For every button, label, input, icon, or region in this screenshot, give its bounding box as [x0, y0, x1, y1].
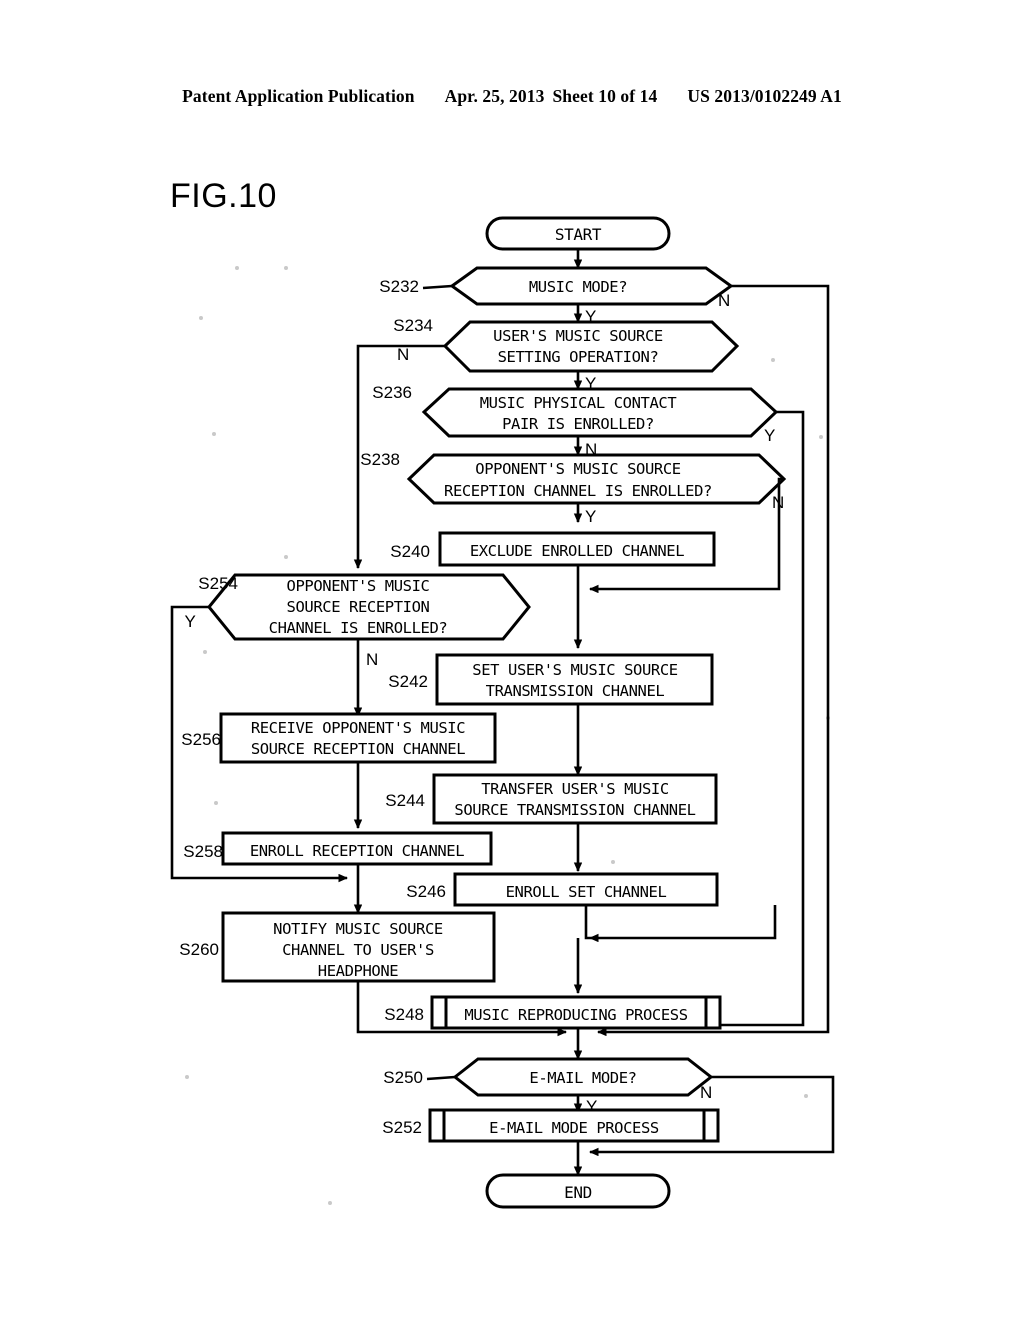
- s236-line-1: PAIR IS ENROLLED?: [502, 415, 654, 433]
- s258-line-0: ENROLL RECEPTION CHANNEL: [250, 842, 464, 860]
- s256-line-0: RECEIVE OPPONENT'S MUSIC: [251, 719, 465, 737]
- s248-step-label: S248: [384, 1005, 424, 1024]
- s240-step-label: S240: [390, 542, 430, 561]
- node-s234: USER'S MUSIC SOURCE SETTING OPERATION?: [442, 320, 740, 373]
- s260-line-1: CHANNEL TO USER'S: [282, 941, 434, 959]
- node-s246: ENROLL SET CHANNEL: [453, 872, 719, 907]
- s248-line-0: MUSIC REPRODUCING PROCESS: [464, 1006, 687, 1024]
- s240-line-0: EXCLUDE ENROLLED CHANNEL: [470, 542, 684, 560]
- node-s254: OPPONENT'S MUSIC SOURCE RECEPTION CHANNE…: [207, 573, 531, 641]
- node-s250: E-MAIL MODE?: [452, 1057, 714, 1097]
- node-s252: E-MAIL MODE PROCESS: [428, 1108, 720, 1143]
- s254-line-1: SOURCE RECEPTION: [287, 598, 430, 616]
- s260-line-2: HEADPHONE: [318, 962, 398, 980]
- node-end: END: [485, 1173, 671, 1209]
- leader-s250: [426, 1075, 456, 1081]
- s236-line-0: MUSIC PHYSICAL CONTACT: [480, 394, 677, 412]
- s246-step-label: S246: [406, 882, 446, 901]
- s246-line-0: ENROLL SET CHANNEL: [506, 883, 667, 901]
- node-s232: MUSIC MODE?: [449, 266, 734, 306]
- s242-line-1: TRANSMISSION CHANNEL: [486, 682, 665, 700]
- s254-line-2: CHANNEL IS ENROLLED?: [269, 619, 448, 637]
- s252-step-label: S252: [382, 1118, 422, 1137]
- s256-line-1: SOURCE RECEPTION CHANNEL: [251, 740, 465, 758]
- s234-step-label: S234: [393, 316, 433, 335]
- s232-line-0: MUSIC MODE?: [529, 278, 627, 296]
- s254-step-label: S254: [198, 574, 238, 593]
- s250-line-0: E-MAIL MODE?: [529, 1069, 636, 1087]
- s236-yes-label: Y: [764, 426, 775, 445]
- s244-line-0: TRANSFER USER'S MUSIC: [481, 780, 669, 798]
- node-s238: OPPONENT'S MUSIC SOURCE RECEPTION CHANNE…: [406, 453, 787, 505]
- s234-line-1: SETTING OPERATION?: [498, 348, 659, 366]
- patent-page: Patent Application Publication Apr. 25, 2…: [0, 0, 1024, 1320]
- s256-step-label: S256: [181, 730, 221, 749]
- flowchart-diagram: START MUSIC MODE? S232 N Y USER'S MUSIC …: [170, 216, 835, 1209]
- s260-line-0: NOTIFY MUSIC SOURCE: [273, 920, 443, 938]
- s254-no-label: N: [366, 650, 378, 669]
- s244-line-1: SOURCE TRANSMISSION CHANNEL: [454, 801, 695, 819]
- s238-line-0: OPPONENT'S MUSIC SOURCE: [475, 460, 680, 478]
- node-s258: ENROLL RECEPTION CHANNEL: [221, 831, 493, 866]
- node-s256: RECEIVE OPPONENT'S MUSIC SOURCE RECEPTIO…: [219, 712, 497, 764]
- start-label: START: [555, 225, 602, 244]
- s258-step-label: S258: [183, 842, 223, 861]
- node-s242: SET USER'S MUSIC SOURCE TRANSMISSION CHA…: [435, 653, 714, 706]
- node-s240: EXCLUDE ENROLLED CHANNEL: [438, 531, 716, 567]
- s244-step-label: S244: [385, 791, 425, 810]
- s254-line-0: OPPONENT'S MUSIC: [287, 577, 430, 595]
- s238-line-1: RECEPTION CHANNEL IS ENROLLED?: [444, 482, 712, 500]
- node-s244: TRANSFER USER'S MUSIC SOURCE TRANSMISSIO…: [432, 773, 718, 825]
- edge-s246-down: [584, 905, 590, 940]
- s232-no-label: N: [718, 291, 730, 310]
- s260-step-label: S260: [179, 940, 219, 959]
- s250-step-label: S250: [383, 1068, 423, 1087]
- s242-line-0: SET USER'S MUSIC SOURCE: [472, 661, 677, 679]
- s238-yes-label: Y: [585, 507, 596, 526]
- end-label: END: [564, 1183, 592, 1202]
- s232-step-label: S232: [379, 277, 419, 296]
- s250-no-label: N: [700, 1083, 712, 1102]
- edge-s246-return-bus: [589, 905, 777, 943]
- s234-no-label: N: [397, 345, 409, 364]
- node-s260: NOTIFY MUSIC SOURCE CHANNEL TO USER'S HE…: [221, 911, 496, 983]
- s236-step-label: S236: [372, 383, 412, 402]
- leader-s232: [422, 284, 453, 290]
- node-s248: MUSIC REPRODUCING PROCESS: [430, 995, 722, 1030]
- node-s236: MUSIC PHYSICAL CONTACT PAIR IS ENROLLED?: [421, 387, 779, 438]
- s242-step-label: S242: [388, 672, 428, 691]
- s254-yes-label: Y: [185, 612, 196, 631]
- s234-line-0: USER'S MUSIC SOURCE: [493, 327, 663, 345]
- s252-line-0: E-MAIL MODE PROCESS: [489, 1119, 659, 1137]
- s238-step-label: S238: [360, 450, 400, 469]
- node-start: START: [485, 216, 671, 251]
